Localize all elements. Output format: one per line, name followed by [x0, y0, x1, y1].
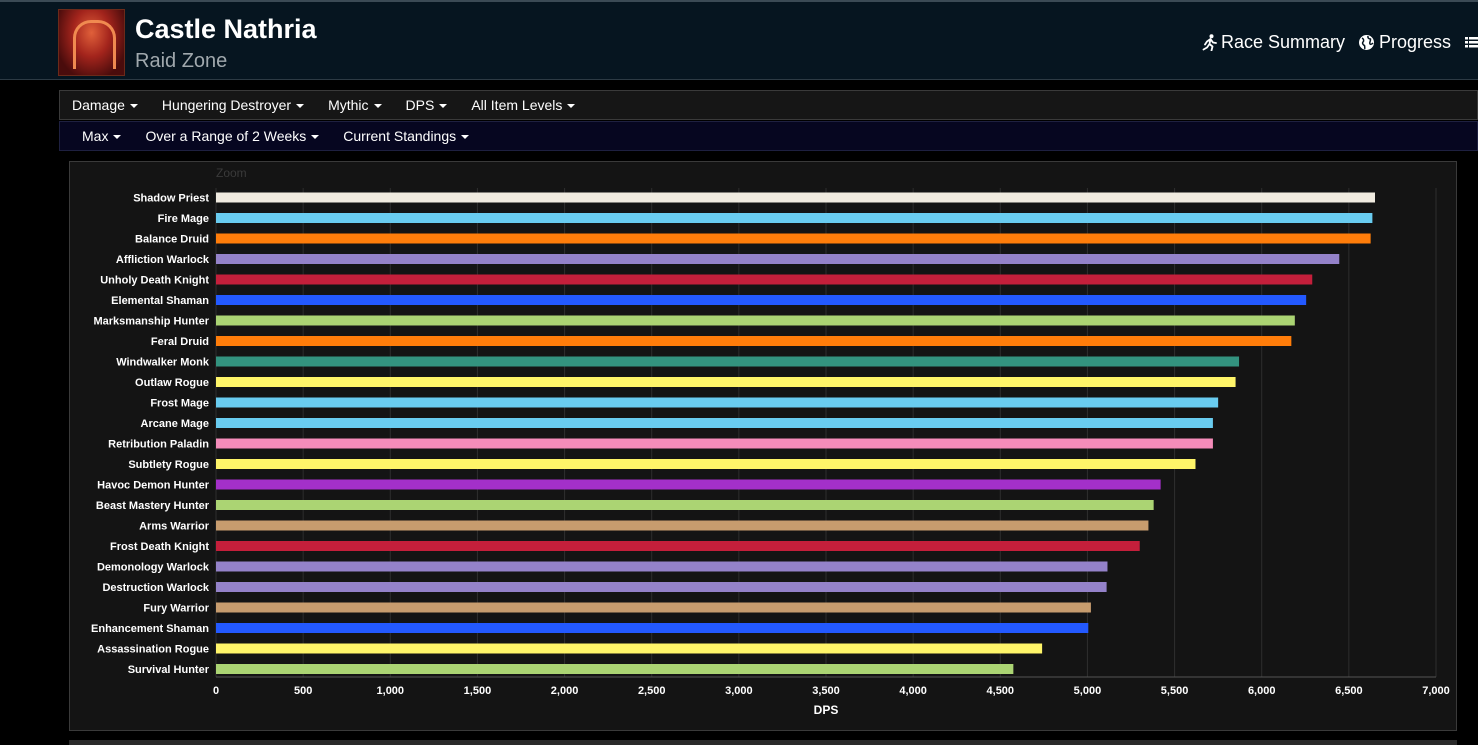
- bar: [216, 520, 1149, 531]
- boss-dropdown[interactable]: Hungering Destroyer: [162, 97, 305, 113]
- bar: [216, 233, 1371, 244]
- x-tick-label: 7,000: [1422, 685, 1450, 697]
- category-label: Marksmanship Hunter: [93, 316, 209, 328]
- x-axis-title: DPS: [814, 703, 839, 717]
- category-label: Assassination Rogue: [97, 644, 209, 656]
- race-summary-link[interactable]: Race Summary: [1202, 32, 1345, 53]
- x-tick-label: 2,500: [638, 685, 666, 697]
- bar: [216, 254, 1340, 264]
- caret-down-icon: [113, 135, 122, 139]
- zone-image: [58, 9, 125, 76]
- caret-down-icon: [567, 104, 576, 108]
- category-label: Windwalker Monk: [116, 357, 210, 369]
- bar: [216, 397, 1219, 408]
- item-level-dropdown[interactable]: All Item Levels: [471, 97, 576, 113]
- x-tick-label: 500: [294, 685, 312, 697]
- bar: [216, 643, 1043, 654]
- dps-bar-chart: Zoom Shadow Priest Fire Mage Balance Druid A…: [91, 166, 1450, 717]
- bar: [216, 377, 1236, 387]
- category-label: Unholy Death Knight: [100, 275, 209, 287]
- caret-down-icon: [129, 104, 138, 108]
- category-label: Affliction Warlock: [116, 254, 210, 266]
- x-tick-label: 0: [213, 685, 219, 697]
- bar: [216, 192, 1375, 203]
- globe-icon: [1359, 35, 1374, 50]
- x-tick-label: 4,500: [987, 685, 1015, 697]
- bar: [216, 602, 1091, 613]
- category-label: Subtlety Rogue: [128, 459, 209, 471]
- progress-link[interactable]: Progress: [1358, 32, 1451, 53]
- bar: [216, 479, 1161, 490]
- bar: [216, 336, 1292, 346]
- bar: [216, 664, 1014, 674]
- metric-dropdown[interactable]: Damage: [72, 97, 138, 113]
- category-label: Fire Mage: [158, 213, 209, 225]
- zone-subtitle: Raid Zone: [135, 50, 228, 72]
- bar: [216, 623, 1089, 633]
- category-label: Feral Druid: [151, 336, 209, 348]
- bar: [216, 438, 1213, 449]
- zoom-label: Zoom: [216, 166, 247, 180]
- bar: [216, 213, 1373, 223]
- zone-title: Castle Nathria: [135, 14, 317, 44]
- bar: [216, 541, 1140, 551]
- category-label: Arcane Mage: [141, 418, 209, 430]
- category-label: Arms Warrior: [139, 521, 210, 533]
- bar: [216, 418, 1213, 428]
- table-top-edge: [69, 740, 1457, 745]
- caret-down-icon: [311, 135, 320, 139]
- bar: [216, 500, 1154, 510]
- x-tick-label: 3,500: [812, 685, 840, 697]
- bar: [216, 274, 1313, 285]
- bar: [216, 315, 1295, 326]
- aggregation-dropdown[interactable]: Max: [82, 128, 122, 144]
- bar: [216, 459, 1196, 469]
- x-tick-label: 5,000: [1074, 685, 1102, 697]
- category-label: Retribution Paladin: [108, 439, 209, 451]
- progress-label: Progress: [1379, 32, 1452, 52]
- bar: [216, 356, 1240, 367]
- race-summary-label: Race Summary: [1221, 32, 1346, 52]
- standings-dropdown[interactable]: Current Standings: [343, 128, 470, 144]
- category-label: Elemental Shaman: [111, 295, 209, 307]
- difficulty-dropdown[interactable]: Mythic: [328, 97, 382, 113]
- category-label: Frost Mage: [150, 398, 209, 410]
- caret-down-icon: [373, 104, 382, 108]
- x-tick-label: 6,500: [1335, 685, 1363, 697]
- category-label: Demonology Warlock: [97, 562, 210, 574]
- category-label: Survival Hunter: [128, 664, 210, 676]
- category-label: Shadow Priest: [133, 193, 209, 205]
- category-label: Fury Warrior: [143, 603, 209, 615]
- category-label: Destruction Warlock: [102, 582, 209, 594]
- bar: [216, 582, 1107, 592]
- bar: [216, 561, 1108, 572]
- caret-down-icon: [296, 104, 305, 108]
- x-tick-label: 5,500: [1161, 685, 1189, 697]
- filter-bar-primary: Damage Hungering Destroyer Mythic DPS Al…: [59, 90, 1478, 120]
- category-label: Enhancement Shaman: [91, 623, 209, 635]
- x-tick-label: 6,000: [1248, 685, 1276, 697]
- more-menu-button[interactable]: [1465, 35, 1478, 53]
- dps-dropdown[interactable]: DPS: [406, 97, 448, 113]
- list-icon: [1465, 37, 1478, 48]
- category-label: Outlaw Rogue: [135, 377, 209, 389]
- caret-down-icon: [461, 135, 470, 139]
- caret-down-icon: [439, 104, 448, 108]
- category-label: Havoc Demon Hunter: [97, 480, 210, 492]
- running-icon: [1202, 34, 1217, 51]
- category-label: Balance Druid: [135, 234, 209, 246]
- category-label: Frost Death Knight: [110, 541, 209, 553]
- x-tick-label: 1,500: [464, 685, 492, 697]
- time-range-dropdown[interactable]: Over a Range of 2 Weeks: [145, 128, 320, 144]
- x-tick-label: 2,000: [551, 685, 579, 697]
- x-tick-label: 3,000: [725, 685, 753, 697]
- x-tick-label: 4,000: [899, 685, 927, 697]
- filter-bar-secondary: Max Over a Range of 2 Weeks Current Stan…: [59, 121, 1478, 151]
- chart-container: Zoom Shadow Priest Fire Mage Balance Druid A…: [69, 161, 1457, 731]
- x-tick-label: 1,000: [377, 685, 405, 697]
- category-label: Beast Mastery Hunter: [96, 500, 210, 512]
- bar: [216, 295, 1307, 305]
- page-header: Castle Nathria Raid Zone Race Summary Pr…: [0, 0, 1478, 80]
